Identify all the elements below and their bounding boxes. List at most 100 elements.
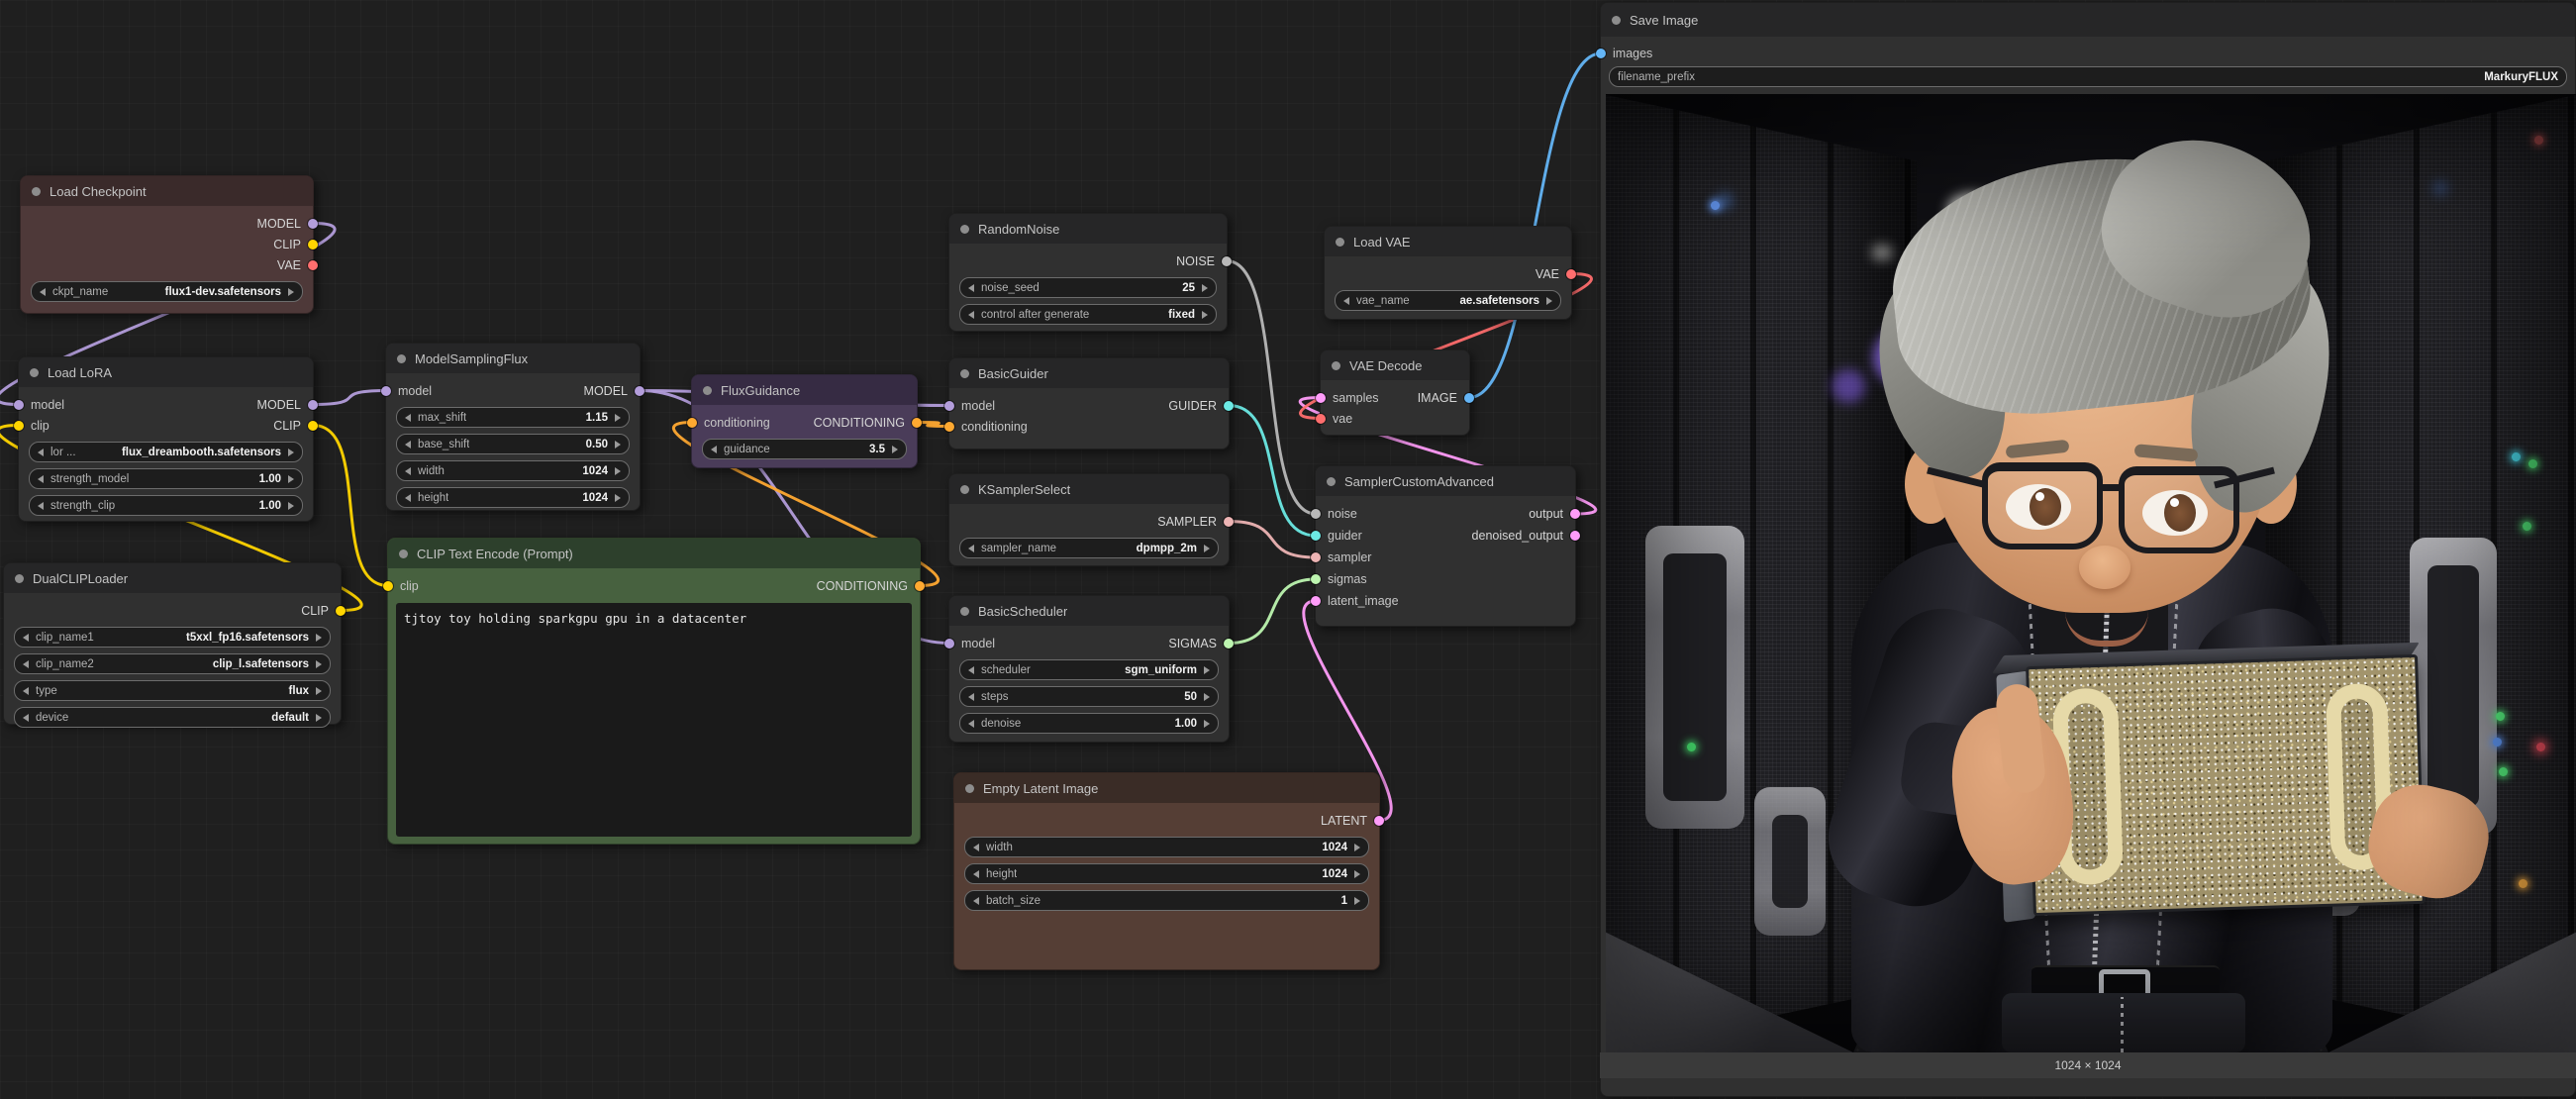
node-basicscheduler[interactable]: BasicSchedulermodelSIGMASschedulersgm_un… (948, 595, 1230, 743)
collapse-dot-icon[interactable] (965, 784, 974, 793)
sigmas-input-dot[interactable] (1311, 574, 1321, 584)
decrement-arrow-icon[interactable] (38, 475, 44, 483)
node-header[interactable]: Load VAE (1325, 227, 1571, 256)
decrement-arrow-icon[interactable] (973, 870, 979, 878)
prompt-textarea[interactable]: tjtoy toy holding sparkgpu gpu in a data… (396, 603, 912, 837)
clip-input-slot[interactable]: clip (388, 579, 419, 593)
NOISE-output-dot[interactable] (1222, 256, 1232, 266)
guider-input-dot[interactable] (1311, 531, 1321, 541)
increment-arrow-icon[interactable] (1204, 720, 1210, 728)
decrement-arrow-icon[interactable] (711, 446, 717, 453)
SIGMAS-output-dot[interactable] (1224, 639, 1234, 649)
model-input-dot[interactable] (944, 639, 954, 649)
conditioning-input-dot[interactable] (944, 422, 954, 432)
noise-input-dot[interactable] (1311, 509, 1321, 519)
decrement-arrow-icon[interactable] (405, 467, 411, 475)
node-header[interactable]: BasicGuider (949, 358, 1229, 388)
SAMPLER-output-slot[interactable]: SAMPLER (1157, 515, 1229, 529)
node-vaedecode[interactable]: VAE DecodesamplesIMAGEvae (1320, 350, 1470, 436)
increment-arrow-icon[interactable] (1546, 297, 1552, 305)
collapse-dot-icon[interactable] (960, 485, 969, 494)
increment-arrow-icon[interactable] (316, 714, 322, 722)
widget-max-shift[interactable]: max_shift1.15 (396, 407, 630, 428)
node-sca[interactable]: SamplerCustomAdvancednoiseoutputguiderde… (1315, 465, 1576, 627)
widget-strength-model[interactable]: strength_model1.00 (29, 468, 303, 489)
widget-vae-name[interactable]: vae_nameae.safetensors (1335, 290, 1561, 311)
collapse-dot-icon[interactable] (960, 369, 969, 378)
clip-input-slot[interactable]: clip (19, 419, 50, 433)
decrement-arrow-icon[interactable] (23, 660, 29, 668)
CLIP-output-dot[interactable] (336, 606, 346, 616)
collapse-dot-icon[interactable] (399, 550, 408, 558)
CLIP-output-slot[interactable]: CLIP (301, 604, 341, 618)
node-header[interactable]: Save Image (1601, 3, 2575, 37)
widget-width[interactable]: width1024 (964, 837, 1369, 857)
CLIP-output-slot[interactable]: CLIP (273, 419, 313, 433)
decrement-arrow-icon[interactable] (23, 634, 29, 642)
decrement-arrow-icon[interactable] (23, 714, 29, 722)
increment-arrow-icon[interactable] (1354, 897, 1360, 905)
CONDITIONING-output-dot[interactable] (915, 581, 925, 591)
increment-arrow-icon[interactable] (615, 494, 621, 502)
clip-input-dot[interactable] (383, 581, 393, 591)
VAE-output-slot[interactable]: VAE (277, 258, 313, 272)
CLIP-output-slot[interactable]: CLIP (273, 238, 313, 251)
CLIP-output-dot[interactable] (308, 421, 318, 431)
increment-arrow-icon[interactable] (288, 475, 294, 483)
MODEL-output-dot[interactable] (308, 219, 318, 229)
node-header[interactable]: SamplerCustomAdvanced (1316, 466, 1575, 496)
NOISE-output-slot[interactable]: NOISE (1176, 254, 1227, 268)
widget-noise-seed[interactable]: noise_seed25 (959, 277, 1217, 298)
collapse-dot-icon[interactable] (1612, 16, 1621, 25)
node-lora[interactable]: Load LoRAmodelMODELclipCLIPlor ...flux_d… (18, 356, 314, 522)
increment-arrow-icon[interactable] (316, 634, 322, 642)
widget-height[interactable]: height1024 (396, 487, 630, 508)
decrement-arrow-icon[interactable] (405, 494, 411, 502)
CLIP-output-dot[interactable] (308, 240, 318, 250)
increment-arrow-icon[interactable] (1354, 844, 1360, 851)
collapse-dot-icon[interactable] (15, 574, 24, 583)
increment-arrow-icon[interactable] (288, 502, 294, 510)
node-header[interactable]: ModelSamplingFlux (386, 344, 640, 373)
LATENT-output-slot[interactable]: LATENT (1321, 814, 1379, 828)
MODEL-output-dot[interactable] (308, 400, 318, 410)
LATENT-output-dot[interactable] (1374, 816, 1384, 826)
decrement-arrow-icon[interactable] (405, 441, 411, 449)
vae-input-slot[interactable]: vae (1321, 412, 1352, 426)
widget-guidance[interactable]: guidance3.5 (702, 439, 907, 459)
collapse-dot-icon[interactable] (960, 225, 969, 234)
decrement-arrow-icon[interactable] (968, 693, 974, 701)
CONDITIONING-output-slot[interactable]: CONDITIONING (814, 416, 917, 430)
increment-arrow-icon[interactable] (892, 446, 898, 453)
collapse-dot-icon[interactable] (1327, 477, 1336, 486)
widget-steps[interactable]: steps50 (959, 686, 1219, 707)
increment-arrow-icon[interactable] (1204, 666, 1210, 674)
node-fluxguidance[interactable]: FluxGuidanceconditioningCONDITIONINGguid… (691, 374, 918, 468)
model-input-slot[interactable]: model (386, 384, 432, 398)
widget-scheduler[interactable]: schedulersgm_uniform (959, 659, 1219, 680)
widget-height[interactable]: height1024 (964, 863, 1369, 884)
IMAGE-output-slot[interactable]: IMAGE (1418, 391, 1469, 405)
decrement-arrow-icon[interactable] (968, 284, 974, 292)
denoised_output-output-slot[interactable]: denoised_output (1472, 529, 1575, 543)
SIGMAS-output-slot[interactable]: SIGMAS (1168, 637, 1229, 650)
decrement-arrow-icon[interactable] (968, 666, 974, 674)
samples-input-slot[interactable]: samples (1321, 391, 1379, 405)
node-msflux[interactable]: ModelSamplingFluxmodelMODELmax_shift1.15… (385, 343, 641, 511)
clip-input-dot[interactable] (14, 421, 24, 431)
collapse-dot-icon[interactable] (397, 354, 406, 363)
increment-arrow-icon[interactable] (1204, 693, 1210, 701)
node-header[interactable]: Load LoRA (19, 357, 313, 387)
node-header[interactable]: KSamplerSelect (949, 474, 1229, 504)
widget-filename-prefix[interactable]: filename_prefixMarkuryFLUX (1609, 66, 2567, 87)
model-input-slot[interactable]: model (19, 398, 64, 412)
IMAGE-output-dot[interactable] (1464, 393, 1474, 403)
CONDITIONING-output-slot[interactable]: CONDITIONING (817, 579, 920, 593)
node-header[interactable]: FluxGuidance (692, 375, 917, 405)
node-basicguider[interactable]: BasicGuidermodelGUIDERconditioning (948, 357, 1230, 450)
MODEL-output-slot[interactable]: MODEL (257, 217, 313, 231)
decrement-arrow-icon[interactable] (405, 414, 411, 422)
collapse-dot-icon[interactable] (1332, 361, 1340, 370)
node-header[interactable]: Load Checkpoint (21, 176, 313, 206)
noise-input-slot[interactable]: noise (1316, 507, 1357, 521)
